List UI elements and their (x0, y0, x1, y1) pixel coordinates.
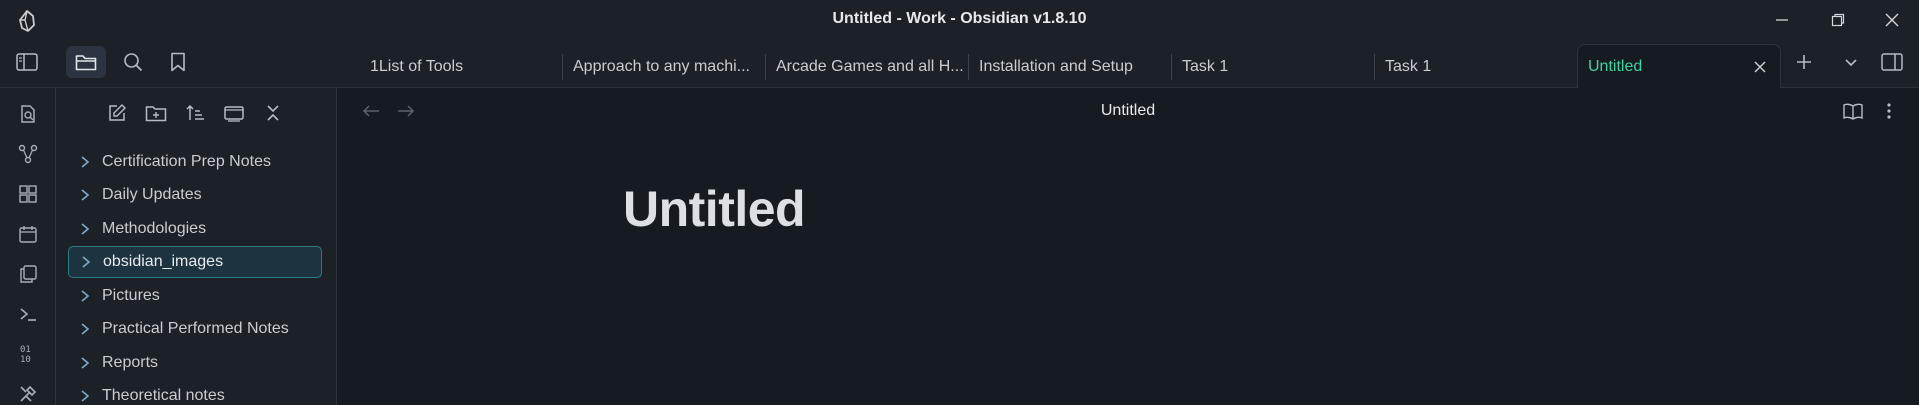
editor-pane: Untitled Untitled (337, 88, 1919, 405)
svg-text:01: 01 (20, 345, 31, 355)
tab-label: Installation and Setup (979, 58, 1133, 75)
file-explorer: Certification Prep Notes Daily Updates M… (56, 88, 337, 405)
folder-certification-prep-notes[interactable]: Certification Prep Notes (68, 146, 322, 178)
tab-installation-and-setup[interactable]: Installation and Setup (969, 50, 1169, 84)
restore-button[interactable] (1820, 6, 1856, 34)
close-tab-icon[interactable] (1750, 57, 1770, 77)
chevron-right-icon (78, 188, 92, 202)
chevron-right-icon (78, 222, 92, 236)
folder-practical-performed-notes[interactable]: Practical Performed Notes (68, 313, 322, 345)
tab-task-1[interactable]: Task 1 (1172, 50, 1372, 84)
tab-label: Arcade Games and all H... (776, 58, 964, 75)
tab-1list-of-tools[interactable]: 1List of Tools (360, 50, 560, 84)
new-tab-icon[interactable] (1786, 46, 1822, 78)
view-header-title[interactable]: Untitled (337, 102, 1919, 120)
auto-reveal-icon[interactable] (219, 98, 249, 128)
svg-text:10: 10 (20, 355, 31, 365)
tools-icon[interactable] (12, 378, 44, 405)
right-sidebar-toggle-icon[interactable] (1874, 46, 1910, 78)
tab-label: Task 1 (1385, 58, 1432, 75)
chevron-right-icon (78, 155, 92, 169)
sort-icon[interactable] (180, 98, 210, 128)
folder-pictures[interactable]: Pictures (68, 280, 322, 312)
new-note-icon[interactable] (102, 98, 132, 128)
folder-label: Methodologies (102, 220, 207, 237)
tab-label: Approach to any machi... (573, 58, 750, 75)
command-palette-icon[interactable] (12, 298, 44, 330)
window-title: Untitled - Work - Obsidian v1.8.10 (832, 10, 1087, 27)
graph-view-icon[interactable] (12, 138, 44, 170)
document-title[interactable]: Untitled (623, 180, 806, 238)
tab-bar: 1List of Tools Approach to any machi... … (0, 40, 1919, 88)
new-folder-icon[interactable] (141, 98, 171, 128)
folder-daily-updates[interactable]: Daily Updates (68, 179, 322, 211)
folder-label: Theoretical notes (102, 387, 225, 404)
binary-icon[interactable]: 01 10 (12, 338, 44, 370)
tab-label: Task 1 (1182, 58, 1229, 75)
folder-label: Reports (102, 354, 159, 371)
more-options-icon[interactable] (1875, 98, 1903, 124)
tab-untitled[interactable]: Untitled (1577, 44, 1781, 88)
folder-obsidian-images[interactable]: obsidian_images (68, 246, 322, 278)
tab-list-chevron-down-icon[interactable] (1833, 46, 1869, 78)
tab-approach-to-any-machine[interactable]: Approach to any machi... (563, 50, 763, 84)
open-quick-switcher-icon[interactable] (12, 98, 44, 130)
chevron-right-icon (78, 322, 92, 336)
tab-label: Untitled (1588, 57, 1643, 75)
templates-icon[interactable] (12, 258, 44, 290)
folder-label: Certification Prep Notes (102, 153, 271, 170)
reading-view-icon[interactable] (1839, 98, 1867, 124)
folder-icon[interactable] (66, 46, 106, 78)
daily-note-icon[interactable] (12, 218, 44, 250)
collapse-all-icon[interactable] (258, 98, 288, 128)
folder-label: obsidian_images (103, 253, 224, 270)
chevron-right-icon (78, 289, 92, 303)
folder-methodologies[interactable]: Methodologies (68, 213, 322, 245)
close-window-button[interactable] (1874, 6, 1910, 34)
bookmark-icon[interactable] (160, 46, 196, 78)
tab-arcade-games[interactable]: Arcade Games and all H... (766, 50, 966, 84)
tab-task-1-second[interactable]: Task 1 (1375, 50, 1575, 84)
canvas-icon[interactable] (12, 178, 44, 210)
chevron-right-icon (78, 389, 92, 403)
chevron-right-icon (78, 356, 92, 370)
left-ribbon: 01 10 (0, 88, 56, 405)
search-icon[interactable] (115, 46, 151, 78)
folder-label: Practical Performed Notes (102, 320, 289, 337)
folder-theoretical-notes[interactable]: Theoretical notes (68, 380, 322, 405)
folder-label: Daily Updates (102, 186, 202, 203)
chevron-right-icon (79, 255, 93, 269)
folder-label: Pictures (102, 287, 160, 304)
tab-label: 1List of Tools (370, 58, 464, 75)
folder-reports[interactable]: Reports (68, 347, 322, 379)
sidebar-toggle-icon[interactable] (9, 46, 45, 78)
minimize-button[interactable] (1764, 6, 1800, 34)
title-bar: Untitled - Work - Obsidian v1.8.10 (0, 0, 1919, 40)
